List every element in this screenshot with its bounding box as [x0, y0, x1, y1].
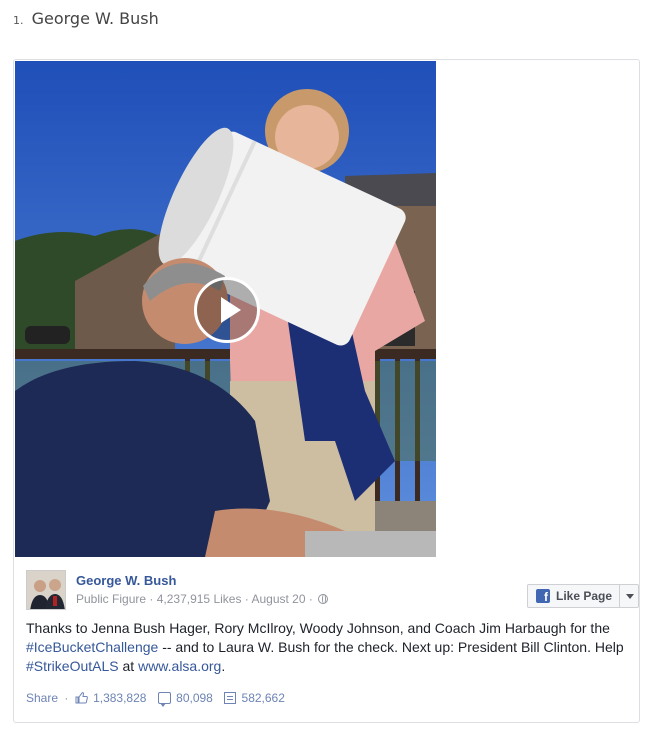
share-icon [224, 691, 237, 704]
page-avatar[interactable] [26, 570, 66, 610]
list-heading: 1. George W. Bush [13, 9, 159, 28]
share-count[interactable]: 582,662 [242, 691, 285, 705]
like-page-label[interactable]: Like Page [556, 589, 612, 603]
page-likes: 4,237,915 Likes [156, 592, 242, 606]
post-text-part: Thanks to Jenna Bush Hager, Rory McIlroy… [26, 620, 610, 636]
facebook-embedded-post: George W. Bush Public Figure · 4,237,915… [13, 59, 640, 723]
post-text-part: at [118, 658, 139, 674]
play-icon [221, 297, 241, 323]
post-header: George W. Bush Public Figure · 4,237,915… [26, 570, 639, 612]
post-text-part: . [221, 658, 226, 674]
post-meta: Public Figure · 4,237,915 Likes · August… [76, 592, 329, 606]
post-text: Thanks to Jenna Bush Hager, Rory McIlroy… [26, 619, 634, 676]
meta-separator: · [308, 592, 313, 606]
hashtag-link[interactable]: #IceBucketChallenge [26, 639, 158, 655]
list-title: George W. Bush [31, 9, 159, 28]
page-category: Public Figure [76, 592, 147, 606]
hashtag-link[interactable]: #StrikeOutALS [26, 658, 119, 674]
globe-icon [318, 594, 329, 604]
thumbs-up-icon [75, 691, 88, 704]
button-divider [619, 585, 620, 607]
post-text-part: -- and to Laura W. Bush for the check. N… [158, 639, 624, 655]
like-page-button[interactable]: f Like Page [527, 584, 639, 608]
post-date-link[interactable]: August 20 [251, 592, 305, 606]
comment-icon [157, 691, 171, 707]
avatar-image [27, 571, 65, 609]
post-actions: Share · 1,383,828 80,098 582,662 [26, 690, 285, 707]
meta-separator: · [244, 592, 249, 606]
play-button[interactable] [194, 277, 260, 343]
facebook-icon: f [536, 589, 550, 604]
website-link[interactable]: www.alsa.org [138, 658, 221, 674]
chevron-down-icon[interactable] [626, 594, 634, 599]
video-player[interactable] [15, 61, 436, 557]
page-name-link[interactable]: George W. Bush [76, 573, 176, 588]
comment-count[interactable]: 80,098 [176, 691, 213, 705]
share-link[interactable]: Share [26, 691, 58, 705]
like-count[interactable]: 1,383,828 [93, 691, 146, 705]
list-number: 1. [13, 14, 24, 27]
meta-separator: · [149, 592, 154, 606]
action-separator: · [64, 690, 69, 705]
